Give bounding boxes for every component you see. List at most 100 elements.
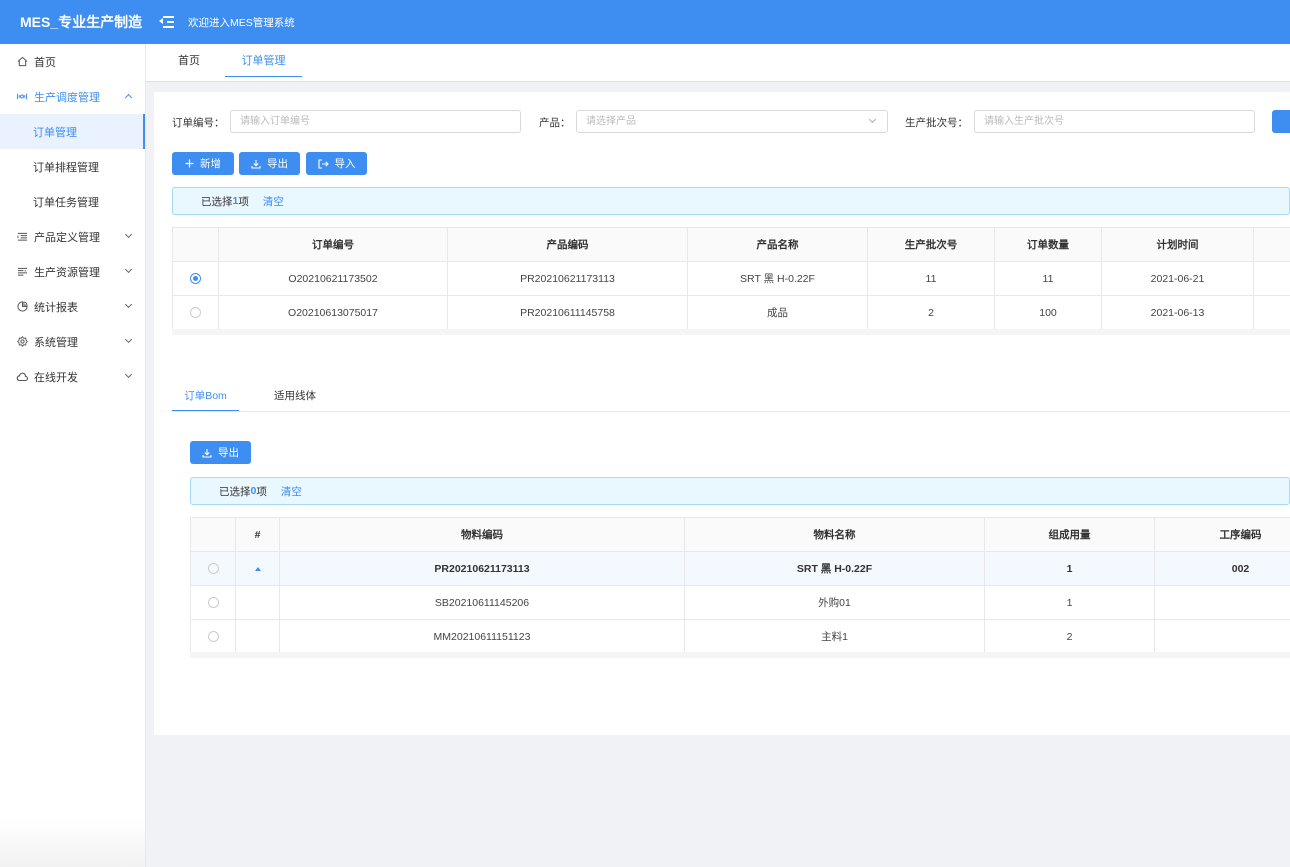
- select-column-header: [172, 227, 219, 262]
- sidebar-subitem-order-management[interactable]: 订单管理: [0, 114, 145, 149]
- table-cell-extra: [1253, 295, 1290, 330]
- order-no-input[interactable]: [230, 110, 521, 133]
- tab-home[interactable]: 首页: [164, 44, 214, 77]
- table-cell: 11: [994, 261, 1102, 296]
- table-scroll-track[interactable]: [172, 329, 1290, 335]
- product-select[interactable]: [576, 110, 888, 133]
- table-row[interactable]: O20210613075017 PR20210611145758 成品 2 10…: [172, 295, 1290, 330]
- row-radio[interactable]: [207, 597, 219, 609]
- sidebar-item-online-dev[interactable]: 在线开发: [0, 359, 145, 394]
- sidebar-subitem-order-scheduling[interactable]: 订单排程管理: [0, 149, 145, 184]
- column-header[interactable]: 计划时间: [1101, 227, 1254, 262]
- tab-applicable-lines[interactable]: 适用线体: [264, 381, 326, 411]
- schedule-icon: [16, 91, 28, 103]
- bom-export-button[interactable]: 导出: [190, 441, 251, 464]
- table-cell: PR20210611145758: [447, 295, 688, 330]
- sidebar-item-schedule[interactable]: 生产调度管理: [0, 79, 145, 114]
- add-button-label: 新增: [200, 158, 221, 170]
- import-button[interactable]: 导入: [306, 152, 367, 175]
- pie-chart-icon: [16, 301, 28, 313]
- menu-collapse-icon[interactable]: [159, 15, 175, 29]
- table-cell: 2021-06-13: [1101, 295, 1254, 330]
- table-row[interactable]: PR20210621173113 SRT 黑 H-0.22F 1 002: [190, 551, 1290, 586]
- table-cell: 11: [867, 261, 995, 296]
- table-row[interactable]: MM20210611151123 主料1 2: [190, 619, 1290, 654]
- bom-selection-alert: 已选择 0 项 清空: [190, 477, 1290, 505]
- order-table: 订单编号 产品编码 产品名称 生产批次号 订单数量 计划时间 O20210621…: [172, 227, 1290, 330]
- batch-no-label: 生产批次号：: [905, 117, 968, 129]
- welcome-text: 欢迎进入MES管理系统: [188, 16, 295, 29]
- sidebar-item-label: 系统管理: [34, 336, 78, 349]
- table-cell: PR20210621173113: [279, 551, 685, 586]
- column-header[interactable]: 产品编码: [447, 227, 688, 262]
- sidebar-item-system[interactable]: 系统管理: [0, 324, 145, 359]
- row-select-cell[interactable]: [190, 551, 236, 586]
- row-select-cell[interactable]: [190, 619, 236, 654]
- column-header-extra: [1253, 227, 1290, 262]
- table-cell: O20210613075017: [218, 295, 448, 330]
- export-button-label: 导出: [267, 158, 288, 170]
- batch-no-input[interactable]: [974, 110, 1255, 133]
- table-cell: 002: [1154, 551, 1290, 586]
- page-tabs-bar: 首页 订单管理: [146, 44, 1290, 82]
- column-header[interactable]: 生产批次号: [867, 227, 995, 262]
- chevron-down-icon: [124, 370, 133, 379]
- sidebar-item-product-definition[interactable]: 产品定义管理: [0, 219, 145, 254]
- table-row[interactable]: O20210621173502 PR20210621173113 SRT 黑 H…: [172, 261, 1290, 296]
- table-cell-extra: [1253, 261, 1290, 296]
- sidebar-item-statistics[interactable]: 统计报表: [0, 289, 145, 324]
- column-header[interactable]: 物料编码: [279, 517, 685, 552]
- plus-icon: [185, 159, 194, 168]
- tab-order-management[interactable]: 订单管理: [225, 44, 302, 77]
- row-expand-cell: [235, 619, 280, 654]
- table-cell: 1: [984, 585, 1155, 620]
- import-button-label: 导入: [334, 158, 356, 170]
- export-button[interactable]: 导出: [239, 152, 300, 175]
- column-header[interactable]: 组成用量: [984, 517, 1155, 552]
- row-select-cell[interactable]: [172, 261, 219, 296]
- row-radio[interactable]: [207, 563, 219, 575]
- order-no-label: 订单编号：: [172, 117, 225, 129]
- column-header[interactable]: 物料名称: [684, 517, 985, 552]
- top-header: MES_专业生产制造 欢迎进入MES管理系统: [0, 0, 1290, 44]
- caret-up-icon[interactable]: [254, 566, 261, 571]
- select-column-header: [190, 517, 236, 552]
- selection-alert: 已选择 1 项 清空: [172, 187, 1290, 215]
- sidebar-item-label: 统计报表: [34, 301, 78, 314]
- column-header[interactable]: 产品名称: [687, 227, 868, 262]
- column-header: #: [235, 517, 280, 552]
- row-expand-cell[interactable]: [235, 551, 280, 586]
- sidebar-footer-shade: [0, 817, 146, 867]
- row-expand-cell: [235, 585, 280, 620]
- row-radio[interactable]: [190, 273, 201, 285]
- row-radio[interactable]: [207, 631, 219, 643]
- clear-selection-link[interactable]: 清空: [263, 194, 284, 209]
- row-radio[interactable]: [190, 307, 201, 319]
- table-cell: SRT 黑 H-0.22F: [687, 261, 868, 296]
- app-logo: MES_专业生产制造: [20, 14, 143, 30]
- selection-suffix: 项: [256, 485, 267, 498]
- column-header[interactable]: 工序编码: [1154, 517, 1290, 552]
- table-row[interactable]: SB20210611145206 外购01 1: [190, 585, 1290, 620]
- table-cell: O20210621173502: [218, 261, 448, 296]
- table-cell: [1154, 585, 1290, 620]
- table-scroll-track[interactable]: [190, 652, 1290, 658]
- column-header[interactable]: 订单数量: [994, 227, 1102, 262]
- chevron-down-icon: [124, 300, 133, 309]
- sidebar-subitem-order-tasks[interactable]: 订单任务管理: [0, 184, 145, 219]
- sidebar-item-label: 生产资源管理: [34, 266, 100, 279]
- gear-icon: [16, 336, 28, 348]
- tab-order-bom[interactable]: 订单Bom: [172, 381, 239, 411]
- row-select-cell[interactable]: [172, 295, 219, 330]
- selection-prefix: 已选择: [201, 195, 233, 208]
- chevron-down-icon: [124, 335, 133, 344]
- column-header[interactable]: 订单编号: [218, 227, 448, 262]
- search-button[interactable]: [1272, 110, 1290, 133]
- clear-selection-link[interactable]: 清空: [281, 484, 302, 499]
- download-icon: [251, 159, 261, 169]
- sidebar-item-home[interactable]: 首页: [0, 44, 145, 79]
- table-cell: 主料1: [684, 619, 985, 654]
- sidebar-item-production-resources[interactable]: 生产资源管理: [0, 254, 145, 289]
- add-button[interactable]: 新增: [172, 152, 234, 175]
- row-select-cell[interactable]: [190, 585, 236, 620]
